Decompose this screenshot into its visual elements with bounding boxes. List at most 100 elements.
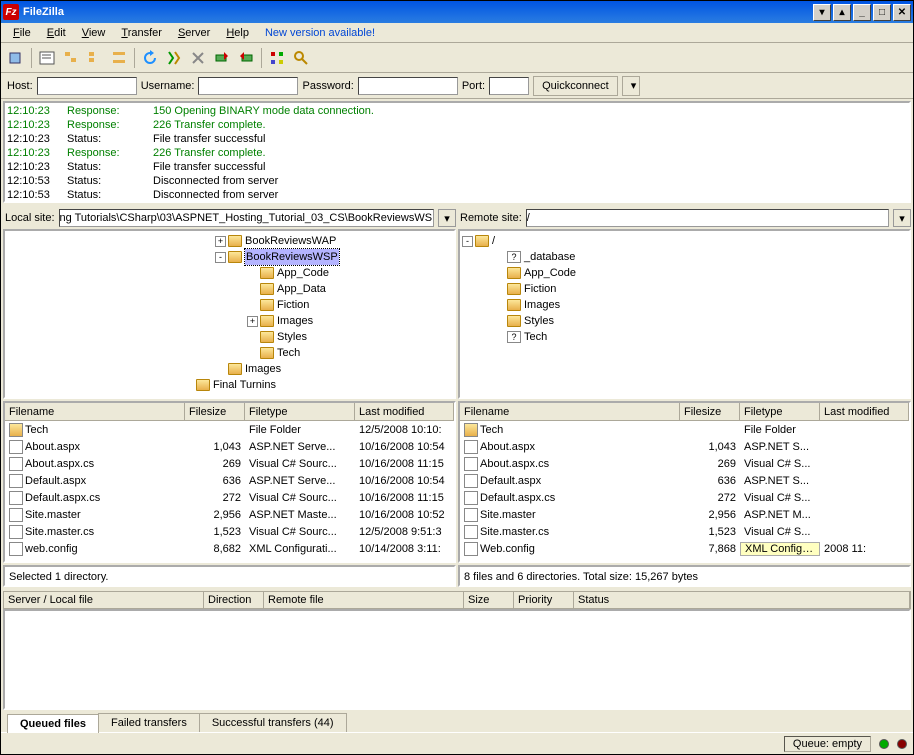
col-priority[interactable]: Priority — [514, 592, 574, 608]
toggle-tree2-icon[interactable] — [84, 47, 106, 69]
site-manager-icon[interactable] — [5, 47, 27, 69]
file-row[interactable]: Default.aspx636ASP.NET Serve...10/16/200… — [5, 472, 454, 489]
menu-file[interactable]: File — [5, 25, 39, 41]
col-status[interactable]: Status — [574, 592, 910, 608]
toggle-tree-icon[interactable] — [60, 47, 82, 69]
queue-header: Server / Local file Direction Remote fil… — [3, 591, 911, 609]
tree-item[interactable]: -/ — [462, 233, 907, 249]
tree-item[interactable]: App_Code — [7, 265, 452, 281]
tree-item[interactable]: Tech — [7, 345, 452, 361]
col-size[interactable]: Size — [464, 592, 514, 608]
local-site-input[interactable] — [59, 209, 434, 227]
tree-item[interactable]: Styles — [7, 329, 452, 345]
col-modified[interactable]: Last modified — [355, 403, 454, 420]
remote-status: 8 files and 6 directories. Total size: 1… — [458, 565, 911, 587]
tree-item[interactable]: +BookReviewsWAP — [7, 233, 452, 249]
tree-item[interactable]: Fiction — [7, 297, 452, 313]
remote-site-dropdown[interactable]: ▾ — [893, 209, 911, 227]
restore-up-icon[interactable]: ▴ — [833, 4, 851, 21]
file-row[interactable]: Site.master2,956ASP.NET Maste...10/16/20… — [5, 506, 454, 523]
menu-edit[interactable]: Edit — [39, 25, 74, 41]
titlebar: Fz FileZilla ▾ ▴ _ □ ✕ — [1, 1, 913, 23]
col-filename[interactable]: Filename — [460, 403, 680, 420]
remote-filelist[interactable]: Filename Filesize Filetype Last modified… — [458, 401, 911, 563]
reconnect-icon[interactable] — [235, 47, 257, 69]
password-input[interactable] — [358, 77, 458, 95]
tab-successful[interactable]: Successful transfers (44) — [199, 713, 347, 732]
file-row[interactable]: Web.config7,868XML Configuration File200… — [460, 540, 909, 557]
file-row[interactable]: TechFile Folder12/5/2008 10:10: — [5, 421, 454, 438]
quickconnect-dropdown[interactable]: ▾ — [622, 76, 640, 96]
tab-queued[interactable]: Queued files — [7, 714, 99, 733]
file-row[interactable]: About.aspx1,043ASP.NET S... — [460, 438, 909, 455]
close-icon[interactable]: ✕ — [893, 4, 911, 21]
tree-item[interactable]: Styles — [462, 313, 907, 329]
menu-help[interactable]: Help — [218, 25, 257, 41]
col-filesize[interactable]: Filesize — [185, 403, 245, 420]
tree-item[interactable]: ?_database — [462, 249, 907, 265]
col-remote[interactable]: Remote file — [264, 592, 464, 608]
file-row[interactable]: TechFile Folder — [460, 421, 909, 438]
col-server[interactable]: Server / Local file — [4, 592, 204, 608]
local-site-dropdown[interactable]: ▾ — [438, 209, 456, 227]
menu-server[interactable]: Server — [170, 25, 218, 41]
remote-pane: Remote site: ▾ -/?_databaseApp_CodeFicti… — [458, 207, 911, 587]
col-filename[interactable]: Filename — [5, 403, 185, 420]
pass-label: Password: — [302, 80, 353, 92]
col-direction[interactable]: Direction — [204, 592, 264, 608]
file-row[interactable]: Site.master2,956ASP.NET M... — [460, 506, 909, 523]
cancel-icon[interactable] — [187, 47, 209, 69]
local-tree[interactable]: +BookReviewsWAP-BookReviewsWSPApp_CodeAp… — [3, 229, 456, 399]
app-icon: Fz — [3, 4, 19, 20]
username-input[interactable] — [198, 77, 298, 95]
file-row[interactable]: Default.aspx.cs272Visual C# S... — [460, 489, 909, 506]
activity-led-green — [879, 739, 889, 749]
menu-new-version[interactable]: New version available! — [257, 25, 383, 41]
file-row[interactable]: Default.aspx636ASP.NET S... — [460, 472, 909, 489]
process-queue-icon[interactable] — [163, 47, 185, 69]
tree-item[interactable]: +Images — [7, 313, 452, 329]
tree-item[interactable]: -BookReviewsWSP — [7, 249, 452, 265]
col-filetype[interactable]: Filetype — [740, 403, 820, 420]
col-filesize[interactable]: Filesize — [680, 403, 740, 420]
host-input[interactable] — [37, 77, 137, 95]
maximize-icon[interactable]: □ — [873, 4, 891, 21]
tree-item[interactable]: Images — [7, 361, 452, 377]
tab-failed[interactable]: Failed transfers — [98, 713, 200, 732]
tree-item[interactable]: ?Tech — [462, 329, 907, 345]
tree-item[interactable]: App_Data — [7, 281, 452, 297]
quickconnect-button[interactable]: Quickconnect — [533, 76, 618, 96]
file-row[interactable]: Site.master.cs1,523Visual C# S... — [460, 523, 909, 540]
col-modified[interactable]: Last modified — [820, 403, 909, 420]
toolbar — [1, 43, 913, 73]
file-row[interactable]: Default.aspx.cs272Visual C# Sourc...10/1… — [5, 489, 454, 506]
file-row[interactable]: About.aspx.cs269Visual C# S... — [460, 455, 909, 472]
local-filelist[interactable]: Filename Filesize Filetype Last modified… — [3, 401, 456, 563]
remote-tree[interactable]: -/?_databaseApp_CodeFictionImagesStyles?… — [458, 229, 911, 399]
col-filetype[interactable]: Filetype — [245, 403, 355, 420]
host-label: Host: — [7, 80, 33, 92]
tree-item[interactable]: Fiction — [462, 281, 907, 297]
refresh-icon[interactable] — [139, 47, 161, 69]
file-row[interactable]: Site.master.cs1,523Visual C# Sourc...12/… — [5, 523, 454, 540]
menu-transfer[interactable]: Transfer — [113, 25, 170, 41]
file-row[interactable]: About.aspx1,043ASP.NET Serve...10/16/200… — [5, 438, 454, 455]
menu-view[interactable]: View — [74, 25, 114, 41]
restore-down-icon[interactable]: ▾ — [813, 4, 831, 21]
disconnect-icon[interactable] — [211, 47, 233, 69]
file-row[interactable]: web.config8,682XML Configurati...10/14/2… — [5, 540, 454, 557]
minimize-icon[interactable]: _ — [853, 4, 871, 21]
message-log[interactable]: 12:10:23Response:150 Opening BINARY mode… — [3, 101, 911, 203]
filter-icon[interactable] — [266, 47, 288, 69]
toggle-log-icon[interactable] — [36, 47, 58, 69]
file-row[interactable]: About.aspx.cs269Visual C# Sourc...10/16/… — [5, 455, 454, 472]
tree-item[interactable]: Final Turnins — [7, 377, 452, 393]
tree-item[interactable]: Images — [462, 297, 907, 313]
local-pane: Local site: ▾ +BookReviewsWAP-BookReview… — [3, 207, 456, 587]
toggle-queue-icon[interactable] — [108, 47, 130, 69]
remote-site-input[interactable] — [526, 209, 889, 227]
tree-item[interactable]: App_Code — [462, 265, 907, 281]
port-input[interactable] — [489, 77, 529, 95]
compare-icon[interactable] — [290, 47, 312, 69]
queue-body[interactable] — [3, 609, 911, 710]
